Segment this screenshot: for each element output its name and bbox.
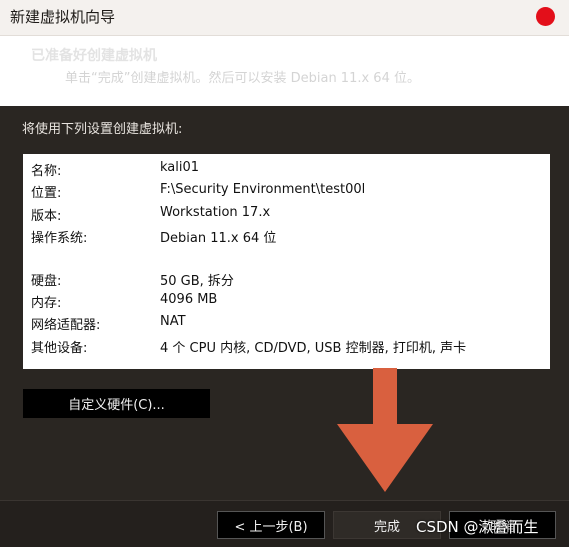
header-subtitle: 单击“完成”创建虚拟机。然后可以安装 Debian 11.x 64 位。 bbox=[65, 71, 420, 86]
summary-value: 4096 MB bbox=[160, 292, 218, 307]
close-icon[interactable] bbox=[536, 7, 555, 26]
cancel-button[interactable]: 取消 bbox=[449, 511, 556, 539]
summary-label: 位置: bbox=[31, 186, 62, 201]
summary-label: 其他设备: bbox=[31, 341, 88, 356]
back-button[interactable]: < 上一步(B) bbox=[217, 511, 325, 539]
summary-value: 50 GB, 拆分 bbox=[160, 274, 234, 289]
summary-label: 网络适配器: bbox=[31, 318, 101, 333]
summary-row-disk: 硬盘: 50 GB, 拆分 bbox=[23, 268, 550, 289]
summary-label: 内存: bbox=[31, 296, 62, 311]
header-title: 已准备好创建虚拟机 bbox=[31, 48, 157, 64]
summary-row-devices: 其他设备: 4 个 CPU 内核, CD/DVD, USB 控制器, 打印机, … bbox=[23, 335, 550, 356]
summary-row-memory: 内存: 4096 MB bbox=[23, 290, 550, 311]
summary-value: F:\Security Environment\test00l bbox=[160, 182, 366, 197]
summary-label: 名称: bbox=[31, 164, 62, 179]
finish-button[interactable]: 完成 bbox=[333, 511, 441, 539]
summary-label: 操作系统: bbox=[31, 231, 88, 246]
down-arrow-icon bbox=[337, 368, 433, 492]
summary-row-name: 名称: kali01 bbox=[23, 158, 550, 179]
intro-text: 将使用下列设置创建虚拟机: bbox=[22, 122, 183, 137]
summary-value: Workstation 17.x bbox=[160, 205, 271, 220]
summary-value: Debian 11.x 64 位 bbox=[160, 231, 277, 246]
title-bar: 新建虚拟机向导 bbox=[0, 0, 569, 36]
summary-value: NAT bbox=[160, 314, 186, 329]
summary-row-os: 操作系统: Debian 11.x 64 位 bbox=[23, 225, 550, 246]
summary-row-location: 位置: F:\Security Environment\test00l bbox=[23, 180, 550, 201]
summary-value: kali01 bbox=[160, 160, 200, 175]
settings-summary: 名称: kali01 位置: F:\Security Environment\t… bbox=[23, 154, 550, 369]
customize-hardware-button[interactable]: 自定义硬件(C)... bbox=[23, 389, 210, 418]
summary-row-version: 版本: Workstation 17.x bbox=[23, 203, 550, 224]
summary-value: 4 个 CPU 内核, CD/DVD, USB 控制器, 打印机, 声卡 bbox=[160, 341, 467, 356]
wizard-header: 已准备好创建虚拟机 单击“完成”创建虚拟机。然后可以安装 Debian 11.x… bbox=[0, 36, 569, 106]
summary-row-network: 网络适配器: NAT bbox=[23, 312, 550, 333]
summary-label: 硬盘: bbox=[31, 274, 62, 289]
window-title: 新建虚拟机向导 bbox=[10, 8, 116, 26]
summary-label: 版本: bbox=[31, 209, 62, 224]
